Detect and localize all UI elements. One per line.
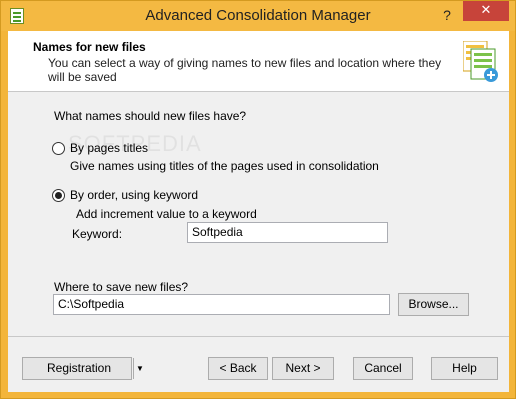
- app-window: Advanced Consolidation Manager ? ✕ Names…: [0, 0, 516, 399]
- help-title-button[interactable]: ?: [439, 7, 455, 25]
- keyword-label: Keyword:: [72, 227, 123, 241]
- radio-by-pages-titles-label[interactable]: By pages titles: [70, 141, 148, 155]
- names-question: What names should new files have?: [54, 109, 247, 123]
- help-button[interactable]: Help: [431, 357, 498, 380]
- radio-by-pages-titles[interactable]: [52, 142, 65, 155]
- close-button[interactable]: ✕: [463, 1, 509, 21]
- header-description: You can select a way of giving names to …: [48, 56, 442, 84]
- save-location-question: Where to save new files?: [54, 280, 189, 294]
- footer-separator: [8, 336, 509, 337]
- cancel-button[interactable]: Cancel: [353, 357, 413, 380]
- browse-button[interactable]: Browse...: [398, 293, 469, 316]
- radio-by-order-keyword[interactable]: [52, 189, 65, 202]
- by-order-description: Add increment value to a keyword: [76, 207, 257, 221]
- header-title: Names for new files: [33, 40, 146, 54]
- radio-by-order-keyword-label[interactable]: By order, using keyword: [70, 188, 198, 202]
- keyword-input[interactable]: Softpedia: [187, 222, 388, 243]
- registration-label: Registration: [47, 361, 112, 375]
- window-title: Advanced Consolidation Manager: [145, 7, 371, 24]
- wizard-header: Names for new files You can select a way…: [8, 31, 509, 92]
- by-pages-titles-description: Give names using titles of the pages use…: [70, 159, 379, 173]
- save-path-input[interactable]: C:\Softpedia: [53, 294, 390, 315]
- registration-button[interactable]: Registration ▼: [22, 357, 144, 380]
- chevron-down-icon[interactable]: ▼: [133, 358, 146, 379]
- title-bar[interactable]: Advanced Consolidation Manager ? ✕: [1, 1, 515, 31]
- next-button[interactable]: Next >: [272, 357, 334, 380]
- back-button[interactable]: < Back: [208, 357, 268, 380]
- consolidation-icon: [463, 41, 498, 82]
- dialog-body: Names for new files You can select a way…: [8, 31, 509, 392]
